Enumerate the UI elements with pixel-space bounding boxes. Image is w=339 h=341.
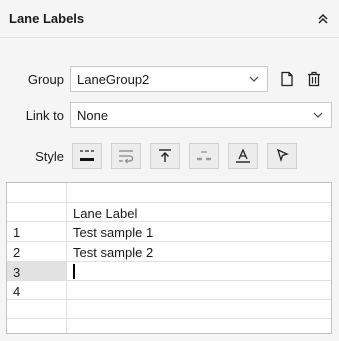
row-number[interactable]: 2 bbox=[13, 245, 20, 260]
new-document-icon[interactable] bbox=[276, 68, 298, 90]
row-number[interactable]: 3 bbox=[13, 265, 20, 280]
lane-label-cell[interactable]: Test sample 1 bbox=[73, 225, 153, 240]
trash-icon[interactable] bbox=[303, 68, 325, 90]
dash-style-button[interactable] bbox=[189, 143, 219, 169]
line-style-button[interactable] bbox=[72, 143, 102, 169]
link-to-select[interactable]: None bbox=[70, 102, 332, 128]
chevron-down-icon bbox=[247, 72, 261, 86]
lane-labels-table[interactable]: Lane Label 1 Test sample 1 2 Test sample… bbox=[6, 182, 332, 334]
row-number[interactable]: 1 bbox=[13, 225, 20, 240]
text-underline-icon bbox=[236, 148, 250, 163]
text-cursor bbox=[73, 264, 75, 279]
collapse-icon[interactable] bbox=[315, 11, 331, 27]
column-header-lane-label[interactable]: Lane Label bbox=[73, 206, 137, 221]
link-to-label: Link to bbox=[25, 108, 64, 123]
group-select-value: LaneGroup2 bbox=[77, 72, 150, 87]
lane-label-cell[interactable]: Test sample 2 bbox=[73, 245, 153, 260]
text-wrap-icon bbox=[119, 150, 134, 164]
chevron-down-icon bbox=[311, 108, 325, 122]
panel-header: Lane Labels bbox=[0, 0, 339, 38]
group-select[interactable]: LaneGroup2 bbox=[70, 66, 268, 92]
align-top-button[interactable] bbox=[150, 143, 180, 169]
text-wrap-button[interactable] bbox=[111, 143, 141, 169]
pointer-icon bbox=[276, 148, 289, 163]
pointer-button[interactable] bbox=[267, 143, 297, 169]
row-number[interactable]: 4 bbox=[13, 284, 20, 299]
lane-labels-panel: Lane Labels Group LaneGroup2 Link to Non… bbox=[0, 0, 339, 341]
style-label: Style bbox=[35, 149, 64, 164]
align-top-icon bbox=[159, 149, 171, 162]
text-underline-button[interactable] bbox=[228, 143, 258, 169]
dash-style-icon bbox=[197, 151, 211, 161]
link-to-select-value: None bbox=[77, 108, 109, 123]
group-label: Group bbox=[27, 72, 64, 87]
line-style-icon bbox=[80, 150, 94, 161]
panel-title: Lane Labels bbox=[9, 11, 85, 26]
